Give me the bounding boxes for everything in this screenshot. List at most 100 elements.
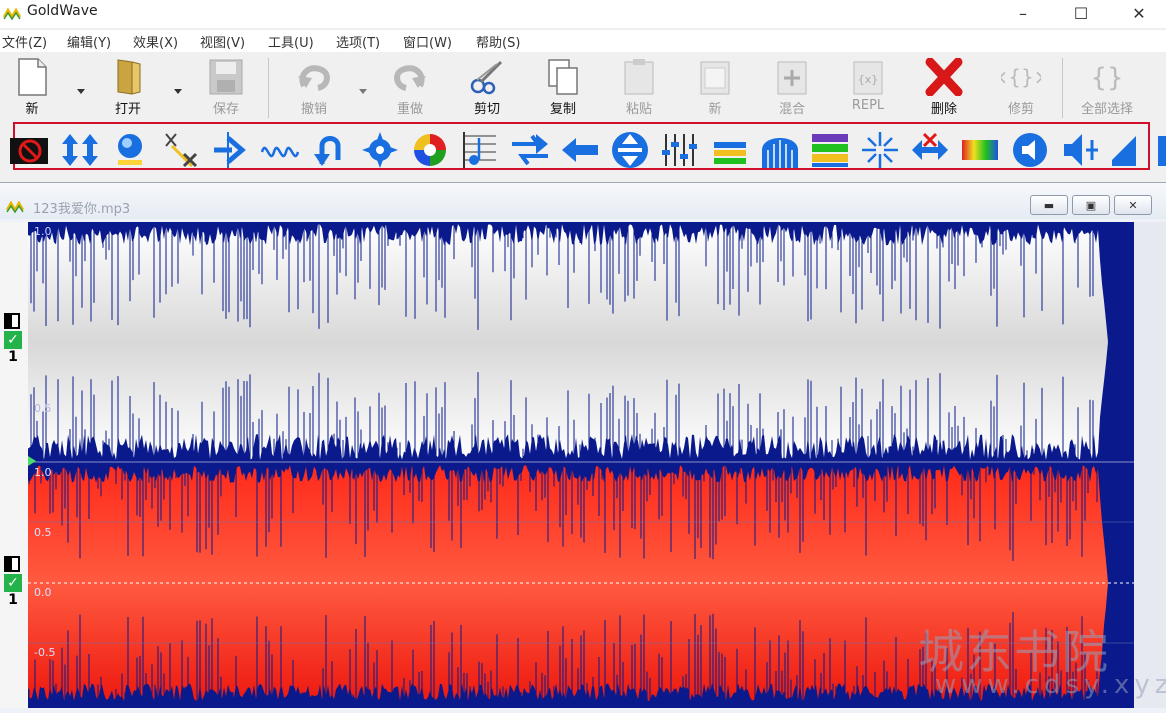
- speaker-ramp-icon[interactable]: [1108, 130, 1148, 170]
- axis-label: -0.5: [34, 646, 56, 659]
- doc-restore-button[interactable]: ▣: [1072, 195, 1110, 215]
- copy-icon: [548, 59, 578, 95]
- menu-help[interactable]: 帮助(S): [476, 32, 520, 51]
- equalizer-icon[interactable]: [660, 130, 700, 170]
- cut-button[interactable]: 剪切: [457, 58, 517, 120]
- arrows-icon[interactable]: [510, 130, 550, 170]
- watermark-url: www.cdsy.xyz: [935, 670, 1166, 700]
- remove-icon[interactable]: [160, 130, 200, 170]
- axis-label: 1.0: [34, 466, 52, 479]
- menu-tools[interactable]: 工具(U): [268, 32, 314, 51]
- reverse-icon[interactable]: [310, 130, 350, 170]
- delete-x-icon: [925, 58, 963, 96]
- menu-effects[interactable]: 效果(X): [133, 32, 178, 51]
- speaker-plus-icon[interactable]: [1060, 130, 1100, 170]
- undo-dropdown-arrow-icon[interactable]: [358, 86, 368, 96]
- pitch-icon[interactable]: [210, 130, 250, 170]
- redo-icon: [394, 65, 426, 91]
- toolbar-overflow-indicator[interactable]: [1158, 136, 1166, 166]
- menu-options[interactable]: 选项(T): [336, 32, 380, 51]
- axis-label: 0.0: [34, 586, 52, 599]
- delete-button[interactable]: 删除: [914, 58, 974, 120]
- redo-button[interactable]: 重做: [380, 58, 440, 120]
- spectrum-icon[interactable]: [810, 130, 850, 170]
- channel-top-waveform: [28, 222, 1108, 462]
- arch-icon[interactable]: [760, 130, 800, 170]
- minimize-button[interactable]: –: [1000, 0, 1046, 28]
- toolbar-separator: [1062, 58, 1063, 118]
- maximize-button[interactable]: ☐: [1058, 0, 1104, 28]
- select-all-button[interactable]: {} 全部选择: [1076, 58, 1138, 120]
- svg-text:×{}×: ×{}×: [1001, 65, 1041, 89]
- channel-top-controls: ✓ 1: [4, 313, 22, 365]
- open-folder-icon: [117, 59, 141, 95]
- menu-edit[interactable]: 编辑(Y): [67, 32, 111, 51]
- gradient-icon[interactable]: [960, 130, 1000, 170]
- replace-button[interactable]: {x} REPL: [838, 58, 898, 120]
- channel-select-box[interactable]: [4, 313, 20, 329]
- select-all-icon: {}: [1090, 63, 1123, 93]
- channel-number: 1: [8, 592, 18, 608]
- open-button[interactable]: 打开: [98, 58, 158, 120]
- copy-button[interactable]: 复制: [533, 58, 593, 120]
- menu-bar: 文件(Z) 编辑(Y) 效果(X) 视图(V) 工具(U) 选项(T) 窗口(W…: [0, 30, 1166, 52]
- playback-start-marker-icon[interactable]: [28, 456, 36, 466]
- scissors-icon: [470, 60, 503, 95]
- menu-window[interactable]: 窗口(W): [403, 32, 452, 51]
- goldwave-logo-icon: [6, 200, 25, 214]
- document-title-bar: 123我爱你.mp3 ▬ ▣ ✕: [0, 183, 1166, 219]
- toolbar-separator: [268, 58, 269, 118]
- new-file-icon: [18, 58, 47, 96]
- channel-control-strip: [0, 222, 28, 708]
- svg-text:{x}: {x}: [858, 73, 879, 86]
- paste-new-button[interactable]: 新: [685, 58, 745, 120]
- gear-icon[interactable]: [360, 130, 400, 170]
- app-title: GoldWave: [27, 3, 98, 19]
- save-disk-icon: [209, 59, 243, 95]
- main-toolbar: 新 打开 保存 撤销 重做 剪切 复制 粘贴 新 混合 {x} REPL 删除 …: [0, 54, 1166, 120]
- trim-button[interactable]: ×{}× 修剪: [991, 58, 1051, 120]
- crossfade-icon[interactable]: [910, 130, 950, 170]
- doc-close-button[interactable]: ✕: [1114, 195, 1152, 215]
- wave-icon[interactable]: [260, 130, 300, 170]
- mix-icon: [777, 61, 807, 95]
- echo-icon[interactable]: [110, 130, 150, 170]
- open-dropdown-arrow-icon[interactable]: [173, 86, 183, 96]
- channel-enable-check-icon[interactable]: ✓: [4, 331, 22, 349]
- menu-view[interactable]: 视图(V): [200, 32, 245, 51]
- channel-bottom-controls: ✓ 1: [4, 556, 22, 608]
- left-arrow-icon[interactable]: [560, 130, 600, 170]
- goldwave-logo-icon: [3, 7, 22, 21]
- menu-file[interactable]: 文件(Z): [2, 32, 47, 51]
- stop-icon[interactable]: [10, 130, 50, 170]
- color-wheel-icon[interactable]: [410, 130, 450, 170]
- svg-text:{}: {}: [1090, 63, 1123, 93]
- document-filename: 123我爱你.mp3: [33, 202, 131, 217]
- channel-number: 1: [8, 349, 18, 365]
- new-dropdown-arrow-icon[interactable]: [76, 86, 86, 96]
- paste-new-icon: [700, 61, 730, 95]
- close-button[interactable]: ✕: [1116, 0, 1162, 28]
- burst-icon[interactable]: [860, 130, 900, 170]
- axis-label: 1.0: [34, 225, 52, 238]
- speaker-icon[interactable]: [1010, 130, 1050, 170]
- rainbow-bar-icon[interactable]: [710, 130, 750, 170]
- channel-select-box[interactable]: [4, 556, 20, 572]
- music-note-icon[interactable]: [460, 130, 500, 170]
- save-button[interactable]: 保存: [196, 58, 256, 120]
- trim-icon: ×{}×: [1001, 65, 1041, 89]
- volume-updown-icon[interactable]: [60, 130, 100, 170]
- waveform-right-edge: [1134, 222, 1166, 708]
- mix-button[interactable]: 混合: [762, 58, 822, 120]
- doc-minimize-button[interactable]: ▬: [1030, 195, 1068, 215]
- replace-icon: {x}: [853, 61, 883, 95]
- channel-enable-check-icon[interactable]: ✓: [4, 574, 22, 592]
- new-button[interactable]: 新: [2, 58, 62, 120]
- paste-clipboard-icon: [624, 59, 654, 95]
- undo-icon: [298, 65, 330, 91]
- title-bar: GoldWave – ☐ ✕: [0, 0, 1166, 28]
- undo-button[interactable]: 撤销: [284, 58, 344, 120]
- vertical-arrows-icon[interactable]: [610, 130, 650, 170]
- axis-label: 0.5: [34, 402, 52, 415]
- paste-button[interactable]: 粘贴: [609, 58, 669, 120]
